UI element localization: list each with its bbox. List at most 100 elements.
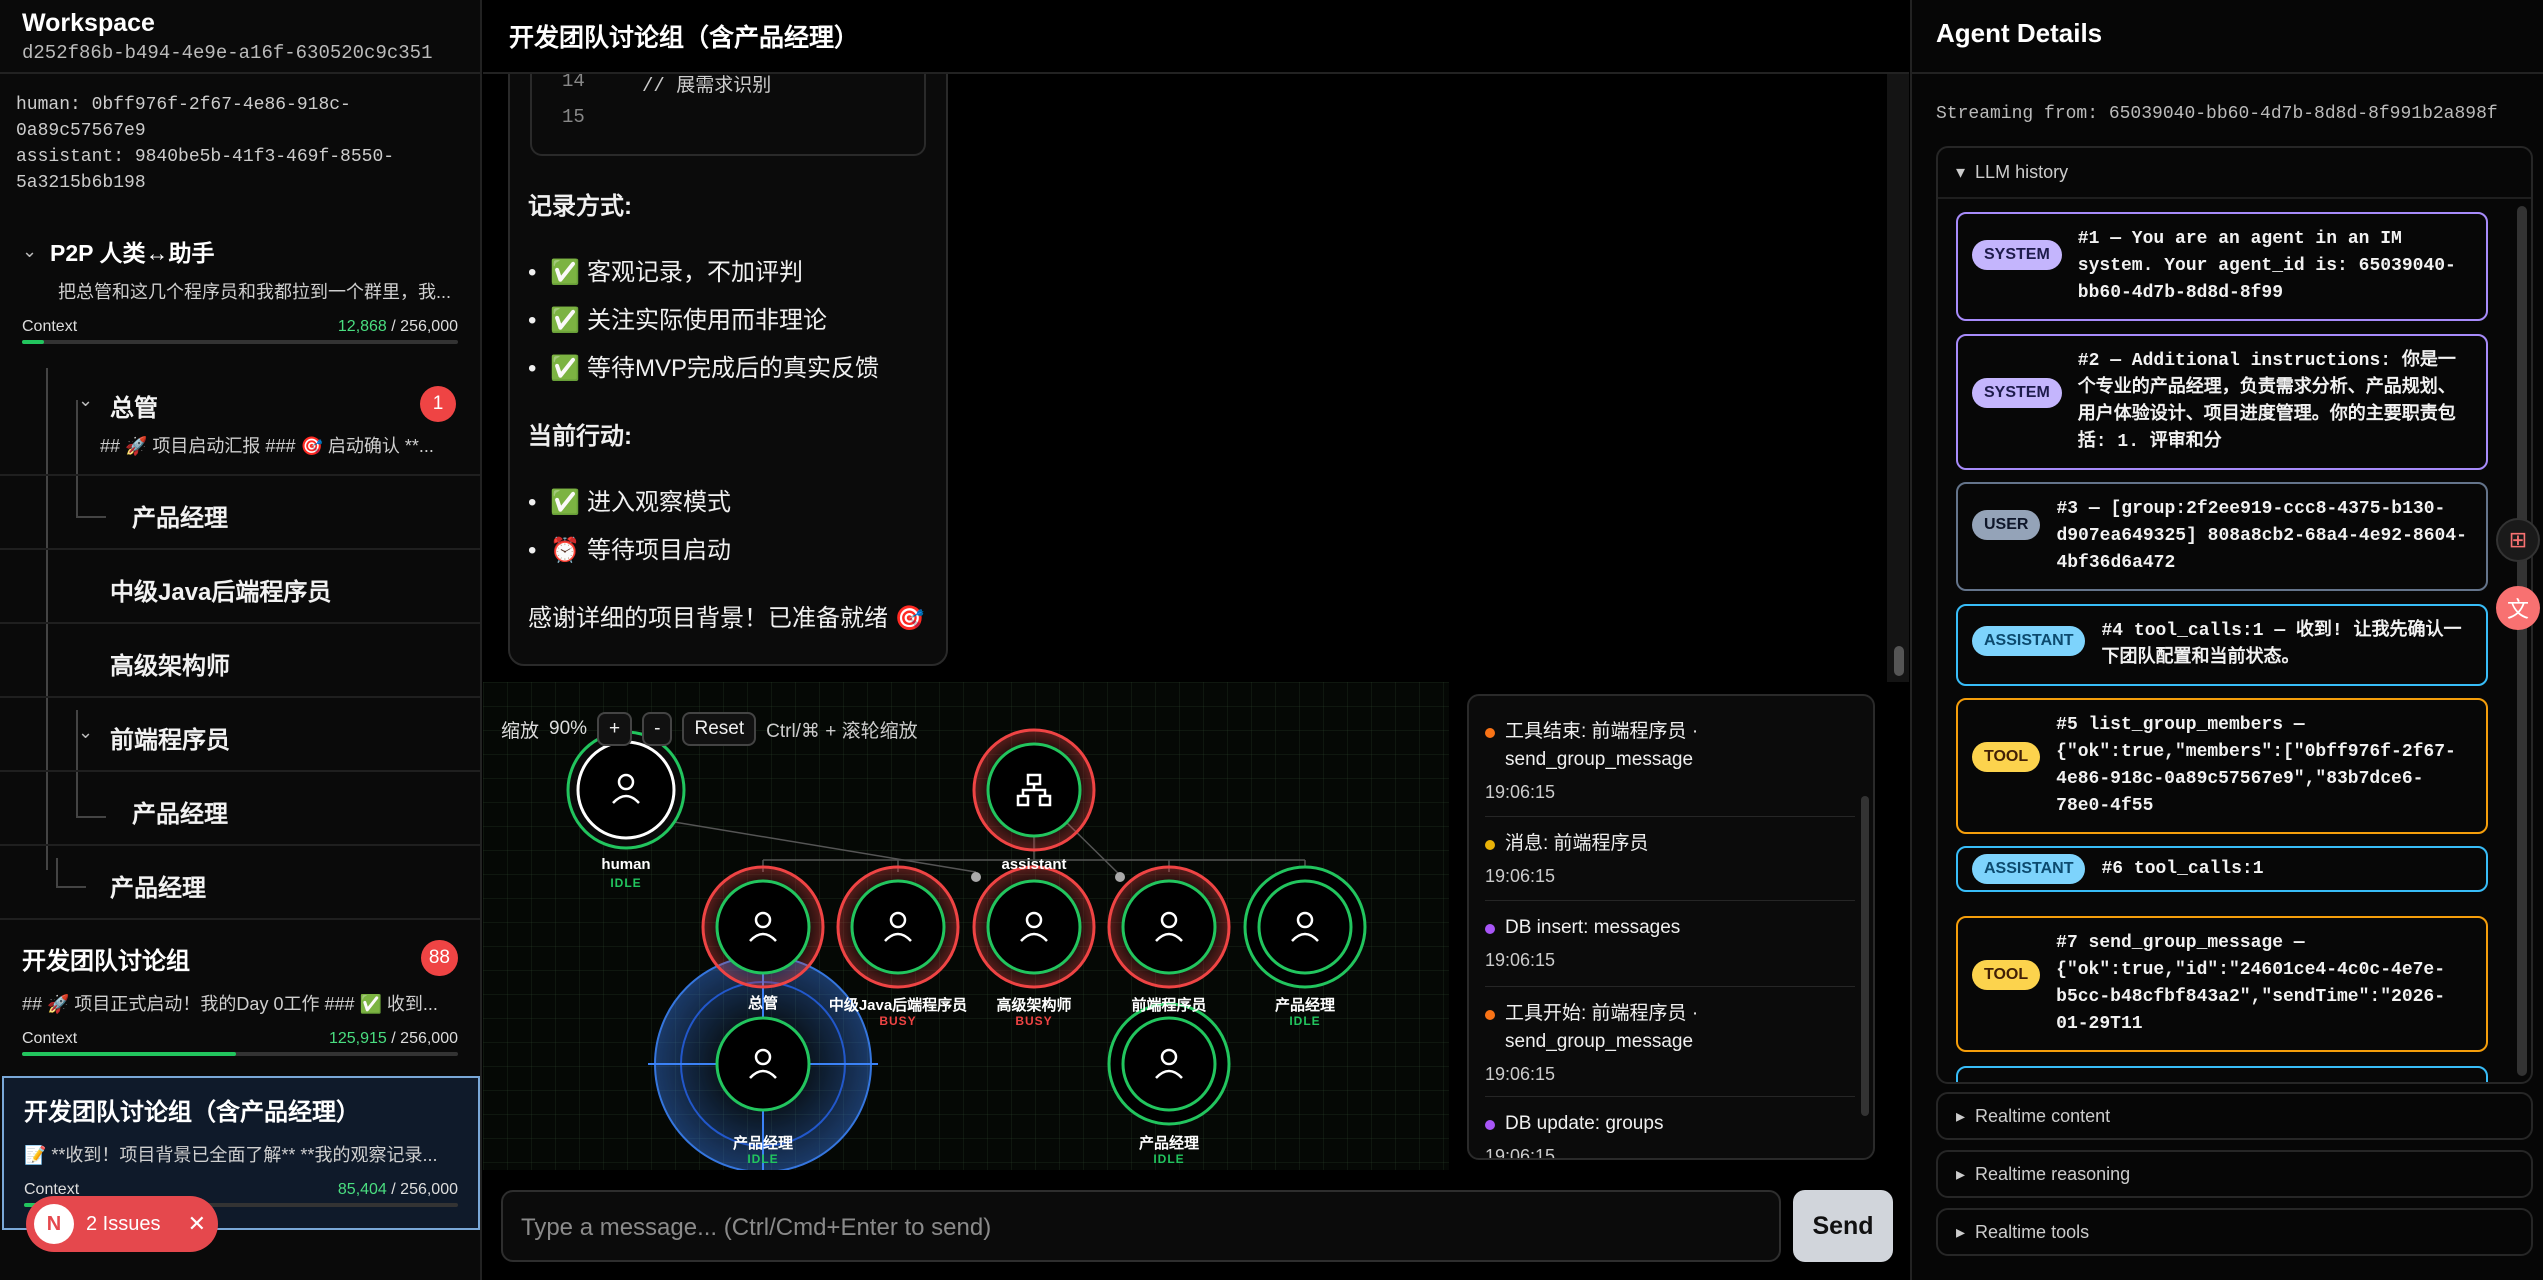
panel-title: Agent Details (1912, 0, 2543, 74)
context-total: / 256,000 (386, 1181, 458, 1198)
tree-item-product-manager[interactable]: 产品经理 (0, 476, 480, 550)
zoom-in-button[interactable]: + (597, 712, 633, 746)
node-status: BUSY (879, 1014, 917, 1028)
history-scrollbar[interactable] (2517, 206, 2527, 1076)
tree-item-architect[interactable]: 高级架构师 (0, 624, 480, 698)
history-item[interactable]: SYSTEM #2 — Additional instructions: 你是一… (1956, 334, 2488, 470)
tree-item-label: 产品经理 (132, 505, 228, 532)
workspace-id: d252f86b-b494-4e9e-a16f-630520c9c351 (22, 42, 433, 64)
history-text: #4 tool_calls:1 — 收到! 让我先确认一下团队配置和当前状态。 (2101, 621, 2462, 668)
chevron-down-icon[interactable]: ⌄ (78, 390, 106, 411)
context-total: / 256,000 (386, 318, 458, 335)
node-label: 总管 (747, 995, 778, 1012)
role-badge: TOOL (1972, 960, 2041, 990)
role-badge: ASSISTANT (1972, 626, 2086, 656)
chat-panel: 开发团队讨论组（含产品经理） 14 // 展需求识别 15 记录方式: ✅ 客观… (483, 0, 1909, 1280)
event-log[interactable]: 工具结束: 前端程序员 · send_group_message 19:06:1… (1467, 694, 1875, 1160)
history-item[interactable]: TOOL #7 send_group_message — {"ok":true,… (1956, 916, 2488, 1052)
context-total: / 256,000 (386, 1030, 458, 1047)
tree-item-product-manager-3[interactable]: 产品经理 (0, 846, 480, 920)
tree-item-frontend[interactable]: ⌄ 前端程序员 (0, 698, 480, 772)
role-badge: SYSTEM (1972, 240, 2062, 270)
tree-item-product-manager-2[interactable]: 产品经理 (0, 772, 480, 846)
graph-node-product-manager-right (1243, 865, 1367, 989)
chevron-down-icon[interactable]: ⌄ (22, 241, 50, 262)
llm-history[interactable]: ▾ LLM history SYSTEM #1 — You are an age… (1936, 146, 2533, 1084)
agent-details-panel: Agent Details Streaming from: 65039040-b… (1910, 0, 2543, 1280)
context-meter: Context 125,915 / 256,000 (22, 1030, 458, 1048)
closing-text: 感谢详细的项目背景！已准备就绪 🎯 (528, 605, 925, 632)
history-item[interactable]: ASSISTANT #6 tool_calls:1 (1956, 846, 2488, 892)
event-text: DB insert: messages (1505, 917, 1681, 938)
zoom-reset-button[interactable]: Reset (682, 712, 757, 746)
graph-node-product-manager-bottom (1107, 1002, 1231, 1126)
message-scrollbar[interactable] (1887, 74, 1909, 682)
graph-joint (971, 872, 981, 882)
issues-toast[interactable]: N 2 Issues ✕ (26, 1196, 218, 1252)
history-text: #2 — Additional instructions: 你是一个专业的产品经… (2077, 351, 2456, 452)
zoom-out-button[interactable]: - (642, 712, 673, 746)
context-meter: Context 12,868 / 256,000 (22, 318, 458, 336)
role-badge: TOOL (1972, 742, 2041, 772)
node-label: 中级Java后端程序员 (828, 997, 968, 1014)
code-line-text: // 展需求识别 (642, 75, 772, 97)
history-item[interactable]: TOOL #5 list_group_members — {"ok":true,… (1956, 698, 2488, 834)
node-label: 前端程序员 (1131, 997, 1207, 1014)
event-text: DB update: groups (1505, 1113, 1664, 1134)
message-input[interactable]: Type a message... (Ctrl/Cmd+Enter to sen… (501, 1190, 1781, 1262)
role-badge: SYSTEM (1972, 378, 2062, 408)
node-label: 产品经理 (1138, 1135, 1199, 1152)
screenshot-tool-icon[interactable]: ⊞ (2496, 518, 2540, 562)
zoom-hint: Ctrl/⌘ + 滚轮缩放 (766, 720, 918, 742)
event-dot-icon (1485, 728, 1495, 738)
unread-badge: 88 (420, 940, 458, 976)
conversation-p2p[interactable]: ⌄ P2P 人类↔助手 把总管和这几个程序员和我都拉到一个群里，我... Con… (0, 234, 480, 344)
workspace-header: Workspace d252f86b-b494-4e9e-a16f-630520… (0, 0, 480, 74)
realtime-tools-toggle[interactable]: ▸ Realtime tools (1936, 1208, 2533, 1256)
history-item[interactable]: SYSTEM #1 — You are an agent in an IM sy… (1956, 212, 2488, 321)
conversation-preview: 把总管和这几个程序员和我都拉到一个群里，我... (58, 282, 452, 302)
event-text: 工具结束: 前端程序员 · send_group_message (1505, 721, 1699, 770)
divider (1485, 900, 1855, 901)
tree-item-label: 产品经理 (132, 801, 228, 828)
graph-joint (1115, 872, 1125, 882)
issues-logo: N (34, 1204, 74, 1244)
node-label: assistant (1001, 856, 1067, 873)
realtime-content-toggle[interactable]: ▸ Realtime content (1936, 1092, 2533, 1140)
message-list[interactable]: 14 // 展需求识别 15 记录方式: ✅ 客观记录，不加评判 ✅ 关注实际使… (483, 74, 1909, 682)
list-item: ✅ 进入观察模式 (528, 482, 731, 517)
agent-graph[interactable]: 缩放 90% + - Reset Ctrl/⌘ + 滚轮缩放 human IDL… (483, 682, 1449, 1170)
history-item[interactable] (1956, 1066, 2488, 1082)
divider (1485, 816, 1855, 817)
send-button[interactable]: Send (1793, 1190, 1893, 1262)
context-bar (22, 340, 458, 344)
record-heading: 记录方式: (528, 193, 632, 220)
event-item: 工具开始: 前端程序员 · send_group_message 19:06:1… (1485, 1000, 1855, 1085)
graph-node-product-manager-focused (715, 1016, 811, 1112)
llm-history-toggle[interactable]: ▾ LLM history (1938, 148, 2531, 199)
participant-ids: human: 0bff976f-2f67-4e86-918c- 0a89c575… (0, 74, 480, 206)
tree-item-java-backend[interactable]: 中级Java后端程序员 (0, 550, 480, 624)
translate-icon[interactable]: 文 (2496, 586, 2540, 630)
realtime-reasoning-toggle[interactable]: ▸ Realtime reasoning (1936, 1150, 2533, 1198)
action-heading: 当前行动: (528, 423, 632, 450)
zoom-label: 缩放 (501, 720, 540, 742)
scrollbar-thumb[interactable] (1894, 646, 1904, 676)
event-time: 19:06:15 (1485, 950, 1556, 970)
event-log-scrollbar[interactable] (1861, 796, 1869, 1116)
chevron-down-icon[interactable]: ⌄ (78, 722, 106, 743)
history-item[interactable]: ASSISTANT #4 tool_calls:1 — 收到! 让我先确认一下团… (1956, 604, 2488, 686)
tree-item-manager[interactable]: ⌄ 总管 1 ## 🚀 项目启动汇报 ### 🎯 启动确认 **... (0, 368, 480, 476)
close-icon[interactable]: ✕ (188, 1211, 206, 1237)
divider (1485, 986, 1855, 987)
conversation-dev-group[interactable]: 开发团队讨论组 88 ## 🚀 项目正式启动！我的Day 0工作 ### ✅ 收… (0, 940, 480, 1056)
list-item: ✅ 等待MVP完成后的真实反馈 (528, 348, 879, 383)
tree-item-label: 产品经理 (110, 875, 206, 902)
node-status: IDLE (610, 876, 642, 890)
history-item[interactable]: USER #3 — [group:2f2ee919-ccc8-4375-b130… (1956, 482, 2488, 591)
event-dot-icon (1485, 924, 1495, 934)
graph-node-human (566, 730, 686, 850)
event-item: DB update: groups 19:06:15 (1485, 1110, 1855, 1158)
streaming-source: Streaming from: 65039040-bb60-4d7b-8d8d-… (1936, 104, 2498, 124)
list-item: ✅ 客观记录，不加评判 (528, 252, 803, 287)
